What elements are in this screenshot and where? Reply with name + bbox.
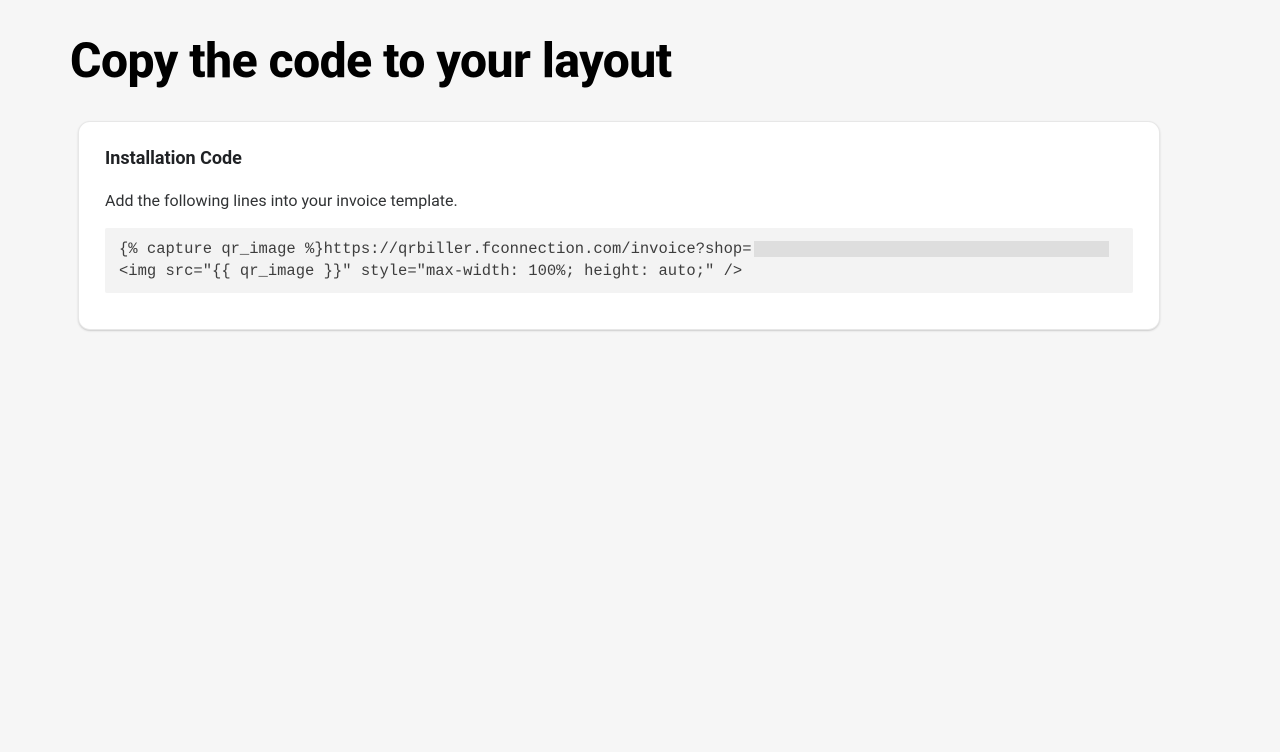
code-block[interactable]: {% capture qr_image %}https://qrbiller.f… — [105, 228, 1133, 293]
code-line-2: <img src="{{ qr_image }}" style="max-wid… — [119, 260, 1119, 282]
installation-code-card: Installation Code Add the following line… — [78, 121, 1160, 330]
card-title: Installation Code — [105, 148, 1133, 169]
code-line-1: {% capture qr_image %}https://qrbiller.f… — [119, 238, 752, 260]
redacted-segment — [754, 241, 1109, 257]
card-instruction: Add the following lines into your invoic… — [105, 191, 1133, 210]
page-title: Copy the code to your layout — [70, 32, 1280, 89]
